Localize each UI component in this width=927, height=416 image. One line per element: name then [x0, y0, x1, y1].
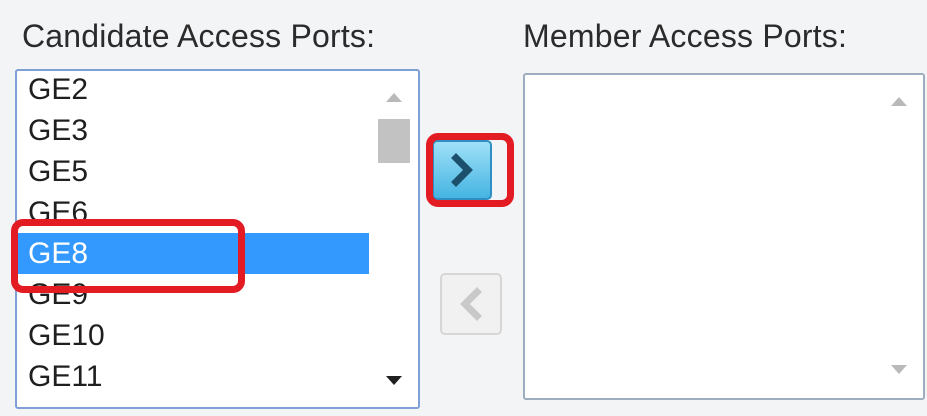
member-scrollbar[interactable]: [875, 75, 923, 398]
member-ports-rows: [525, 75, 877, 398]
remove-port-button[interactable]: [440, 273, 502, 335]
port-option[interactable]: GE11: [17, 356, 369, 397]
port-selector: Candidate Access Ports: Member Access Po…: [0, 0, 927, 416]
scroll-up-icon[interactable]: [386, 93, 402, 102]
port-option[interactable]: GE9: [17, 274, 369, 315]
port-option[interactable]: GE6: [17, 192, 369, 233]
add-port-button[interactable]: [432, 140, 492, 200]
chevron-right-icon: [451, 153, 473, 187]
port-option[interactable]: GE2: [17, 71, 369, 110]
scroll-up-icon[interactable]: [891, 97, 907, 106]
port-option[interactable]: GE10: [17, 315, 369, 356]
candidate-scrollbar[interactable]: [370, 71, 418, 407]
port-option[interactable]: GE5: [17, 151, 369, 192]
scroll-down-icon[interactable]: [891, 365, 907, 374]
candidate-ports-listbox[interactable]: GE2 GE3 GE5 GE6 GE8 GE9 GE10 GE11: [15, 69, 420, 409]
port-option[interactable]: GE3: [17, 110, 369, 151]
scrollbar-thumb[interactable]: [378, 119, 410, 163]
chevron-left-icon: [460, 287, 482, 321]
candidate-ports-label: Candidate Access Ports:: [22, 18, 376, 54]
member-ports-label: Member Access Ports:: [523, 18, 848, 54]
member-ports-listbox[interactable]: [523, 73, 925, 400]
candidate-ports-rows: GE2 GE3 GE5 GE6 GE8 GE9 GE10 GE11: [17, 71, 369, 407]
scroll-down-icon[interactable]: [386, 376, 402, 385]
port-option[interactable]: GE8: [17, 233, 369, 274]
